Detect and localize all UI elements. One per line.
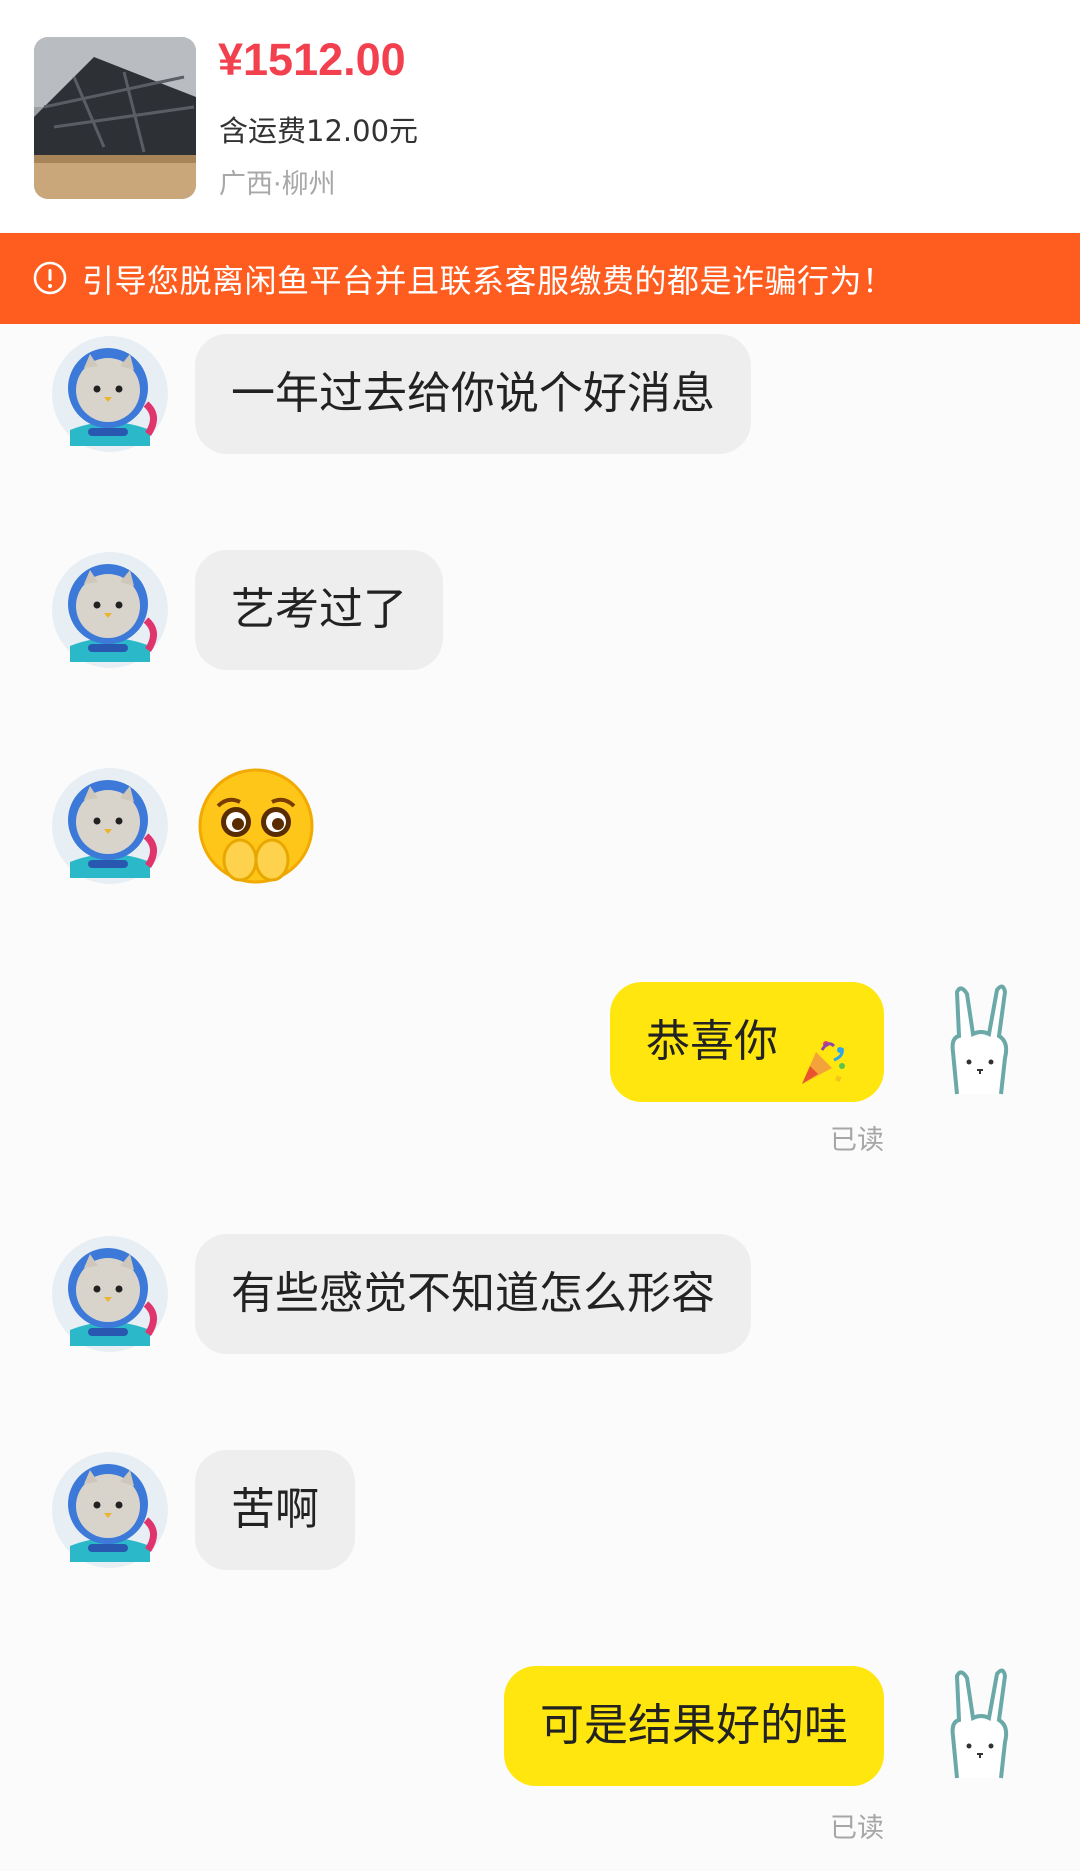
read-status: 已读 (830, 1125, 884, 1156)
outgoing-message-bubble[interactable]: 恭喜你 (610, 982, 884, 1102)
astronaut-cat-avatar[interactable] (50, 550, 170, 670)
bunny-avatar[interactable] (935, 982, 1031, 1102)
astronaut-cat-avatar[interactable] (50, 1234, 170, 1354)
exclamation-circle-icon (33, 261, 67, 295)
outgoing-message-bubble[interactable]: 可是结果好的哇 (504, 1666, 884, 1786)
product-thumbnail[interactable] (34, 37, 196, 199)
astronaut-cat-avatar[interactable] (50, 1450, 170, 1570)
product-card[interactable]: ¥1512.00 含运费12.00元 广西·柳州 (0, 0, 1080, 232)
incoming-message-bubble[interactable]: 艺考过了 (195, 550, 443, 670)
astronaut-cat-avatar[interactable] (50, 334, 170, 454)
read-status: 已读 (830, 1813, 884, 1844)
product-price: ¥1512.00 (218, 34, 406, 85)
incoming-message-bubble[interactable]: 一年过去给你说个好消息 (195, 334, 751, 454)
product-location: 广西·柳州 (219, 169, 336, 200)
bunny-avatar[interactable] (935, 1666, 1031, 1786)
incoming-message-bubble[interactable]: 苦啊 (195, 1450, 355, 1570)
party-popper-emoji (796, 1014, 848, 1084)
fraud-warning-banner: 引导您脱离闲鱼平台并且联系客服缴费的都是诈骗行为！ (0, 233, 1080, 324)
astronaut-cat-avatar[interactable] (50, 766, 170, 886)
incoming-message-bubble[interactable]: 有些感觉不知道怎么形容 (195, 1234, 751, 1354)
shipping-fee: 含运费12.00元 (219, 114, 419, 148)
pleading-face-emoji[interactable] (196, 766, 316, 886)
chat-screen: ¥1512.00 含运费12.00元 广西·柳州 引导您脱离闲鱼平台并且联系客服… (0, 0, 1080, 1871)
warning-text: 引导您脱离闲鱼平台并且联系客服缴费的都是诈骗行为！ (82, 262, 895, 300)
message-text: 恭喜你 (646, 1016, 778, 1067)
